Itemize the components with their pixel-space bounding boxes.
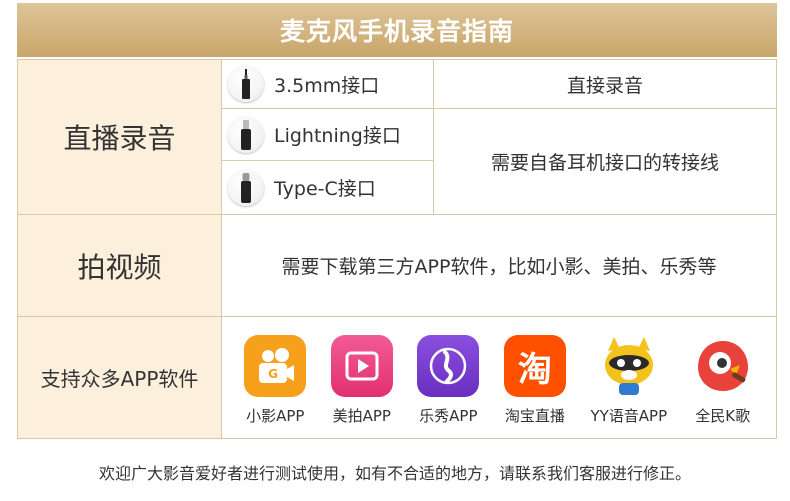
app-taobao-live[interactable]: 淘 淘宝直播 [503, 335, 566, 426]
guide-table: 直播录音 3.5mm接口 Lightning接口 Type-C接口 直接录音 需… [17, 59, 777, 439]
app-name: 全民K歌 [695, 407, 751, 425]
adapter-note-text: 需要自备耳机接口的转接线 [490, 152, 719, 174]
connector-type-c: Type-C接口 [222, 161, 433, 214]
connector-label: Lightning接口 [274, 125, 401, 147]
yy-raccoon-icon [598, 335, 660, 397]
app-name: YY语音APP [590, 407, 668, 425]
meipai-icon [330, 335, 393, 397]
app-list: G 小影APP 美拍APP 乐秀APP 淘 淘宝直播 YY语音APP 全民K歌 [222, 317, 776, 438]
lightning-plug-icon [228, 116, 264, 153]
app-name: 美拍APP [332, 407, 391, 425]
app-yy[interactable]: YY语音APP [590, 335, 667, 426]
apps-label: 支持众多APP软件 [18, 317, 221, 438]
connector-label: Type-C接口 [274, 178, 376, 200]
live-recording-label: 直播录音 [18, 60, 221, 214]
jack-3-5mm-icon [228, 66, 264, 102]
quanmin-kge-icon [692, 335, 754, 397]
app-meipai[interactable]: 美拍APP [330, 335, 393, 426]
footer-note: 欢迎广大影音爱好者进行测试使用，如有不合适的地方，请联系我们客服进行修正。 [98, 464, 691, 483]
xiaoying-icon: G [244, 335, 307, 397]
connector-3-5mm: 3.5mm接口 [222, 60, 433, 108]
type-c-plug-icon [228, 169, 264, 206]
page-title: 麦克风手机录音指南 [17, 3, 777, 57]
svg-text:G: G [268, 367, 278, 381]
video-note-text: 需要下载第三方APP软件，比如小影、美拍、乐秀等 [281, 256, 717, 278]
video-label: 拍视频 [18, 215, 221, 316]
app-xiaoying[interactable]: G 小影APP [244, 335, 307, 426]
app-lexiu[interactable]: 乐秀APP [417, 335, 480, 426]
connector-lightning: Lightning接口 [222, 109, 433, 160]
taobao-live-icon: 淘 [503, 335, 566, 397]
direct-recording-text: 直接录音 [566, 74, 643, 97]
app-name: 淘宝直播 [504, 407, 565, 425]
connector-label: 3.5mm接口 [274, 74, 380, 97]
app-quanmin-kge[interactable]: 全民K歌 [692, 335, 754, 426]
app-name: 乐秀APP [419, 407, 478, 425]
app-name: 小影APP [246, 407, 305, 425]
lexiu-icon [417, 335, 480, 397]
